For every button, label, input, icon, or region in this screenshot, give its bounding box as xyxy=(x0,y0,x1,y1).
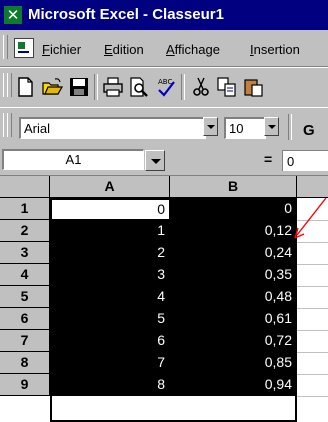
save-disk-icon[interactable] xyxy=(68,76,90,98)
print-preview-icon[interactable] xyxy=(128,76,150,98)
cell-b2[interactable]: 0,12 xyxy=(170,220,297,242)
standard-toolbar: ABC xyxy=(0,67,328,108)
name-box[interactable]: A1 xyxy=(2,149,144,170)
gridline xyxy=(297,396,328,397)
cell-b9[interactable]: 0,94 xyxy=(170,374,297,396)
format-toolbar-grip-2 xyxy=(7,113,12,137)
excel-window: ✕ Microsoft Excel - Classeur1 Fichier Ed… xyxy=(0,0,328,422)
window-title: Microsoft Excel - Classeur1 xyxy=(28,6,224,23)
menu-affichage[interactable]: Affichage xyxy=(166,42,220,57)
cell-b3[interactable]: 0,24 xyxy=(170,242,297,264)
cell-b5[interactable]: 0,48 xyxy=(170,286,297,308)
edit-formula-button[interactable]: = xyxy=(264,151,272,167)
cell-a4[interactable]: 3 xyxy=(50,264,170,286)
font-size-dropdown-icon[interactable] xyxy=(264,117,279,136)
gridline xyxy=(297,352,328,353)
row-header[interactable]: 9 xyxy=(0,374,50,396)
red-annotation-arrow-icon xyxy=(294,197,327,239)
title-bar: ✕ Microsoft Excel - Classeur1 xyxy=(0,0,328,30)
formatting-toolbar: Arial 10 G xyxy=(0,107,328,148)
excel-app-icon[interactable]: ✕ xyxy=(4,6,22,24)
bold-button[interactable]: G xyxy=(303,122,315,139)
cell-a8[interactable]: 7 xyxy=(50,352,170,374)
row-header[interactable]: 1 xyxy=(0,198,50,220)
menu-bar: Fichier Edition Affichage Insertion xyxy=(0,30,328,67)
svg-text:ABC: ABC xyxy=(158,78,172,86)
row-header[interactable]: 6 xyxy=(0,308,50,330)
row-header[interactable]: 4 xyxy=(0,264,50,286)
new-file-icon[interactable] xyxy=(14,76,36,98)
cell-a5[interactable]: 4 xyxy=(50,286,170,308)
cell-a7[interactable]: 6 xyxy=(50,330,170,352)
column-header-a[interactable]: A xyxy=(50,176,170,198)
cell-a3[interactable]: 2 xyxy=(50,242,170,264)
cell-b6[interactable]: 0,61 xyxy=(170,308,297,330)
cell-b7[interactable]: 0,72 xyxy=(170,330,297,352)
menu-edition[interactable]: Edition xyxy=(104,42,144,57)
font-name-dropdown-icon[interactable] xyxy=(203,117,218,136)
paste-icon[interactable] xyxy=(242,76,264,98)
row-header[interactable]: 8 xyxy=(0,352,50,374)
open-folder-icon[interactable] xyxy=(41,76,63,98)
toolbar-separator-2 xyxy=(181,74,185,100)
cell-a6[interactable]: 5 xyxy=(50,308,170,330)
menu-fichier[interactable]: Fichier xyxy=(42,42,81,57)
column-header-c[interactable] xyxy=(297,176,328,198)
workbook-control-icon[interactable] xyxy=(14,38,34,58)
cell-b8[interactable]: 0,85 xyxy=(170,352,297,374)
cell-a1[interactable]: 0 xyxy=(50,198,170,220)
name-box-dropdown-icon[interactable] xyxy=(145,150,165,171)
cell-b4[interactable]: 0,35 xyxy=(170,264,297,286)
font-name-combo[interactable]: Arial xyxy=(19,117,206,139)
cut-icon[interactable] xyxy=(190,76,212,98)
formula-input[interactable]: 0 xyxy=(282,150,328,171)
worksheet-grid: A B 1 2 3 4 5 6 7 8 9 0 0 1 0,12 2 0,24 … xyxy=(0,176,328,422)
row-header[interactable]: 5 xyxy=(0,286,50,308)
gridline xyxy=(297,264,328,265)
column-header-b[interactable]: B xyxy=(170,176,297,198)
print-icon[interactable] xyxy=(102,76,124,98)
select-all-corner[interactable] xyxy=(0,176,50,198)
toolbar-separator xyxy=(94,74,98,100)
gridline xyxy=(297,374,328,375)
spelling-check-icon[interactable]: ABC xyxy=(155,76,177,98)
gridline xyxy=(297,286,328,287)
row-header[interactable]: 2 xyxy=(0,220,50,242)
menu-grip-handle[interactable] xyxy=(3,35,8,59)
cell-a9[interactable]: 8 xyxy=(50,374,170,396)
gridline xyxy=(297,308,328,309)
formula-bar: A1 = 0 xyxy=(0,147,328,176)
row-header[interactable]: 7 xyxy=(0,330,50,352)
copy-icon[interactable] xyxy=(216,76,238,98)
font-size-combo[interactable]: 10 xyxy=(224,117,266,139)
toolbar-grip-handle-2 xyxy=(7,73,12,97)
gridline xyxy=(297,330,328,331)
format-toolbar-separator xyxy=(288,114,292,140)
cell-b1[interactable]: 0 xyxy=(170,198,297,220)
row-header[interactable]: 3 xyxy=(0,242,50,264)
cell-a2[interactable]: 1 xyxy=(50,220,170,242)
menu-insertion[interactable]: Insertion xyxy=(250,42,300,57)
